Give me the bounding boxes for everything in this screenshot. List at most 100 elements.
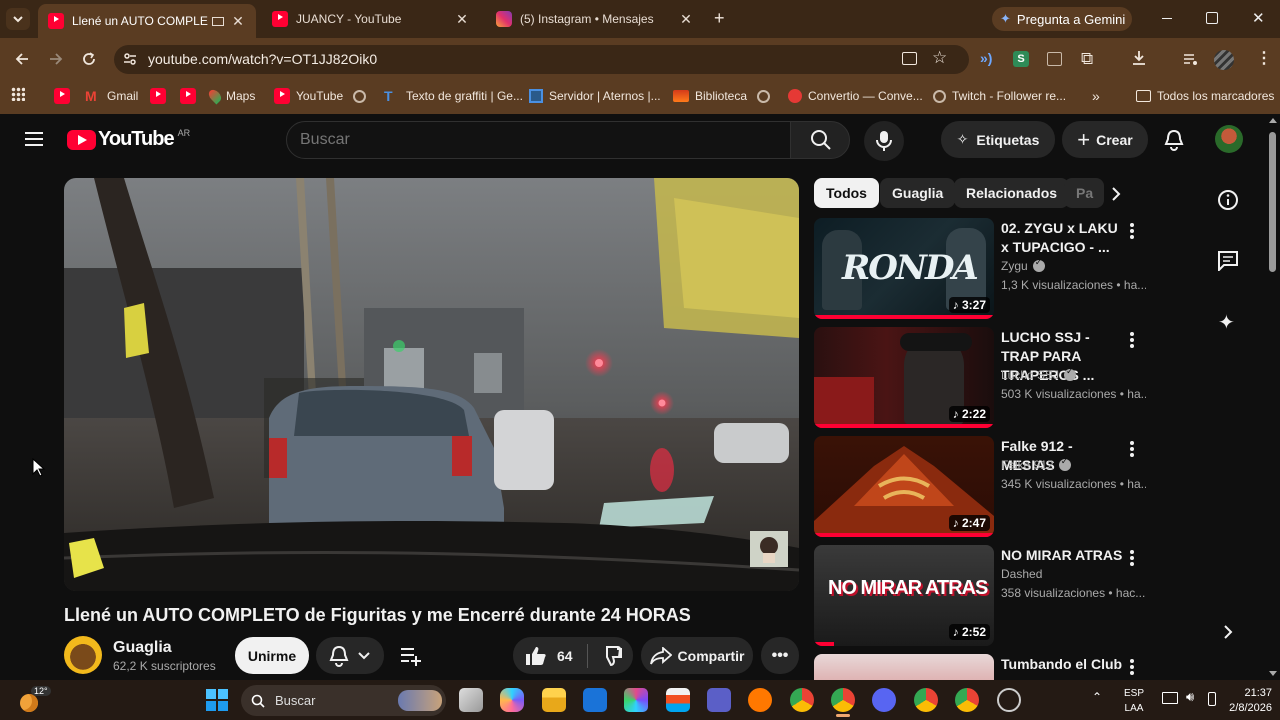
bookmark-twitch[interactable]: Twitch - Follower re... <box>933 86 1066 106</box>
clock[interactable]: 21:37 2/8/2026 <box>1222 686 1272 716</box>
page-scrollbar[interactable] <box>1267 116 1278 678</box>
recommendation-channel[interactable]: Dashed <box>1001 567 1042 581</box>
bookmark-youtube-2[interactable] <box>150 86 172 106</box>
subscription-bell-button[interactable] <box>316 637 384 674</box>
tray-overflow-icon[interactable]: ⌃ <box>1092 690 1102 704</box>
etiquetas-button[interactable]: ✧ Etiquetas <box>941 121 1055 158</box>
recommendation-channel[interactable]: Zygu <box>1001 258 1045 273</box>
site-info-icon[interactable] <box>122 51 138 67</box>
recommendation-item[interactable]: NO MIRAR ATRAS ♪ 2:52 NO MIRAR ATRAS Das… <box>814 545 1194 646</box>
add-to-queue-button[interactable] <box>400 646 422 666</box>
volume-icon[interactable]: 🔊︎ <box>1186 690 1194 705</box>
language-indicator[interactable]: ESP LAA <box>1124 686 1144 716</box>
chip-partial[interactable]: Pa <box>1064 178 1104 208</box>
recommendation-item[interactable]: ♪ 2:22 LUCHO SSJ - TRAP PARA TRAPEROS ..… <box>814 327 1194 428</box>
taskbar-search[interactable]: Buscar <box>241 685 446 716</box>
weather-widget[interactable]: 12° <box>18 684 51 714</box>
microsoft-store-icon[interactable] <box>666 688 690 712</box>
scroll-down-arrow[interactable] <box>1269 671 1277 676</box>
more-options-button[interactable] <box>1126 440 1138 458</box>
close-tab-icon[interactable]: ✕ <box>454 11 470 28</box>
channel-name[interactable]: Guaglia <box>113 639 172 657</box>
video-thumbnail[interactable] <box>814 654 994 680</box>
more-options-button[interactable] <box>1126 331 1138 349</box>
teams-icon[interactable] <box>707 688 731 712</box>
extensions-puzzle-icon[interactable]: ⧉ <box>1081 49 1093 69</box>
hamburger-menu-button[interactable] <box>24 131 44 147</box>
close-tab-icon[interactable]: ✕ <box>230 13 246 30</box>
recommendation-title[interactable]: Tumbando el Club <box>1001 655 1126 674</box>
url-text[interactable]: youtube.com/watch?v=OT1JJ82Oik0 <box>148 51 377 67</box>
video-thumbnail[interactable]: NO MIRAR ATRAS ♪ 2:52 <box>814 545 994 646</box>
battery-icon[interactable] <box>1208 692 1216 706</box>
extension-box-icon[interactable] <box>1047 52 1062 66</box>
minimize-button[interactable] <box>1162 10 1178 26</box>
video-thumbnail[interactable]: RONDA ♪ 3:27 <box>814 218 994 319</box>
task-view-icon[interactable] <box>459 688 483 712</box>
video-player[interactable] <box>64 178 799 591</box>
bookmark-maps[interactable]: Maps <box>206 86 255 106</box>
extension-translate-icon[interactable]: ») <box>980 50 992 66</box>
notifications-button[interactable] <box>1164 129 1184 151</box>
recommendation-item[interactable]: ♪ 2:47 Falke 912 - MESIAS Falke 912 345 … <box>814 436 1194 537</box>
profile-avatar[interactable] <box>1214 50 1234 70</box>
new-tab-button[interactable]: + <box>714 8 725 29</box>
bookmark-convertio[interactable]: Convertio — Conve... <box>788 86 923 106</box>
tab-juancy[interactable]: JUANCY - YouTube ✕ <box>262 4 480 34</box>
scrollbar-thumb[interactable] <box>1269 132 1276 272</box>
close-tab-icon[interactable]: ✕ <box>678 11 694 28</box>
more-actions-button[interactable]: ••• <box>761 637 799 674</box>
start-button[interactable] <box>206 689 228 711</box>
create-button[interactable]: + Crear <box>1062 121 1148 158</box>
video-thumbnail[interactable]: ♪ 2:47 <box>814 436 994 537</box>
avast-icon[interactable] <box>748 688 772 712</box>
apps-grid-icon[interactable] <box>11 87 25 101</box>
youtube-logo[interactable]: YouTube AR <box>67 128 190 151</box>
chip-relacionados[interactable]: Relacionados <box>954 178 1070 208</box>
bookmarks-overflow-button[interactable]: » <box>1092 86 1100 106</box>
tab-search-button[interactable] <box>6 8 30 30</box>
chips-next-button[interactable] <box>1110 186 1122 202</box>
recommendation-title[interactable]: 02. ZYGU x LAKU x TUPACIGO - ... <box>1001 219 1126 257</box>
bookmark-biblioteca[interactable]: Biblioteca <box>673 86 747 106</box>
browser-menu-icon[interactable]: ⋮ <box>1256 48 1272 68</box>
scroll-up-arrow[interactable] <box>1269 118 1277 123</box>
reload-button[interactable] <box>81 51 97 67</box>
restore-button[interactable] <box>1206 12 1218 24</box>
clock-app-icon[interactable] <box>997 688 1021 712</box>
share-button[interactable]: Compartir <box>641 637 753 674</box>
recommendation-channel[interactable]: Lucho SSJ <box>1001 367 1077 382</box>
microsoft-365-icon[interactable] <box>624 688 648 712</box>
more-options-button[interactable] <box>1126 658 1138 676</box>
gemini-button[interactable]: ✦ Pregunta a Gemini <box>992 7 1132 31</box>
search-button[interactable] <box>790 121 850 159</box>
bookmark-youtube-1[interactable] <box>54 86 76 106</box>
tab-instagram[interactable]: (5) Instagram • Mensajes ✕ <box>486 4 704 34</box>
bookmark-youtube-3[interactable] <box>180 86 202 106</box>
outlook-icon[interactable] <box>583 688 607 712</box>
download-icon[interactable] <box>1130 49 1148 67</box>
file-explorer-icon[interactable] <box>542 688 566 712</box>
chrome-profile-3-icon[interactable] <box>955 688 979 712</box>
more-options-button[interactable] <box>1126 549 1138 567</box>
install-app-icon[interactable] <box>902 52 917 65</box>
chip-todos[interactable]: Todos <box>814 178 879 208</box>
back-button[interactable] <box>14 51 30 67</box>
bookmark-globe[interactable] <box>353 86 372 106</box>
chrome-icon[interactable] <box>790 688 814 712</box>
account-avatar[interactable] <box>1215 125 1243 153</box>
channel-avatar[interactable] <box>64 636 102 674</box>
discord-icon[interactable] <box>872 688 896 712</box>
bookmark-globe-2[interactable] <box>757 86 776 106</box>
bookmark-aternos[interactable]: Servidor | Aternos |... <box>529 86 661 106</box>
info-button[interactable] <box>1218 190 1238 210</box>
join-button[interactable]: Unirme <box>235 637 309 674</box>
video-thumbnail[interactable]: ♪ 2:22 <box>814 327 994 428</box>
recommendation-channel[interactable]: Falke 912 <box>1001 457 1071 472</box>
more-options-button[interactable] <box>1126 222 1138 240</box>
chrome-profile-2-icon[interactable] <box>914 688 938 712</box>
copilot-icon[interactable] <box>500 688 524 712</box>
bookmark-graffiti[interactable]: T Texto de graffiti | Ge... <box>384 86 523 106</box>
search-input[interactable] <box>300 128 770 152</box>
close-window-button[interactable]: ✕ <box>1252 9 1265 27</box>
